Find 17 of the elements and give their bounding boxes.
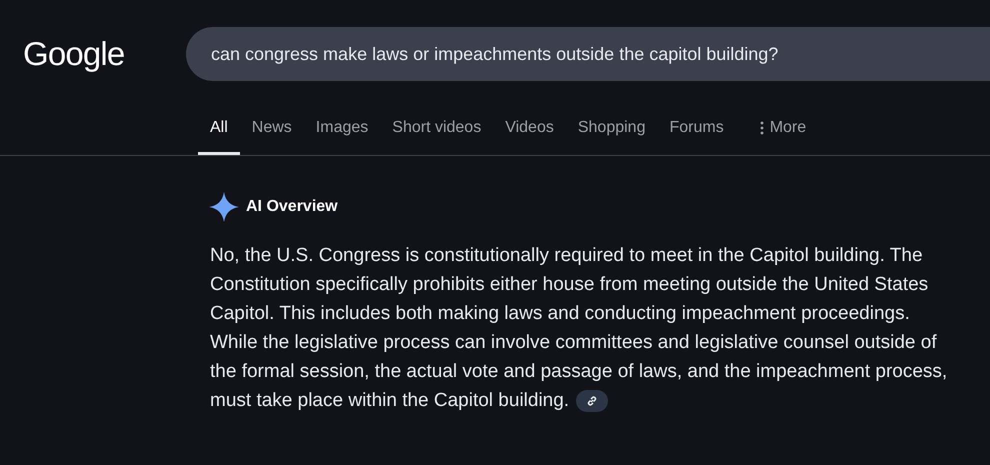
search-tab[interactable]: News — [240, 104, 304, 155]
search-field[interactable]: can congress make laws or impeachments outside the capitol building? — [186, 27, 990, 81]
more-icon — [760, 121, 764, 135]
search-tab[interactable]: Videos — [493, 104, 566, 155]
search-tab[interactable]: All — [198, 104, 240, 155]
search-tab[interactable]: Images — [304, 104, 380, 155]
search-tab[interactable]: Short videos — [380, 104, 494, 155]
source-link-button[interactable] — [576, 390, 608, 412]
search-tab[interactable]: More — [748, 104, 818, 155]
overview-paragraph: No, the U.S. Congress is constitutionally required to meet in the Capitol building. The Constitution specifically prohibits either house from meeting outside the United States Capitol. This includes both making laws and conducting impeachment proceedings. While the legislative process can involve committees and legislative counsel outside of the formal session, the actual vote and passage of laws, and the impeachment process, must take place within the Capitol building. — [210, 244, 948, 414]
ai-overview-title: AI Overview — [246, 197, 338, 217]
search-tab[interactable]: Shopping — [566, 104, 658, 155]
sparkle-icon — [208, 191, 240, 223]
search-tab[interactable]: Forums — [657, 104, 736, 155]
search-query: can congress make laws or impeachments outside the capitol building? — [211, 42, 778, 66]
google-logo[interactable]: Google — [0, 29, 186, 79]
link-icon — [586, 394, 598, 407]
